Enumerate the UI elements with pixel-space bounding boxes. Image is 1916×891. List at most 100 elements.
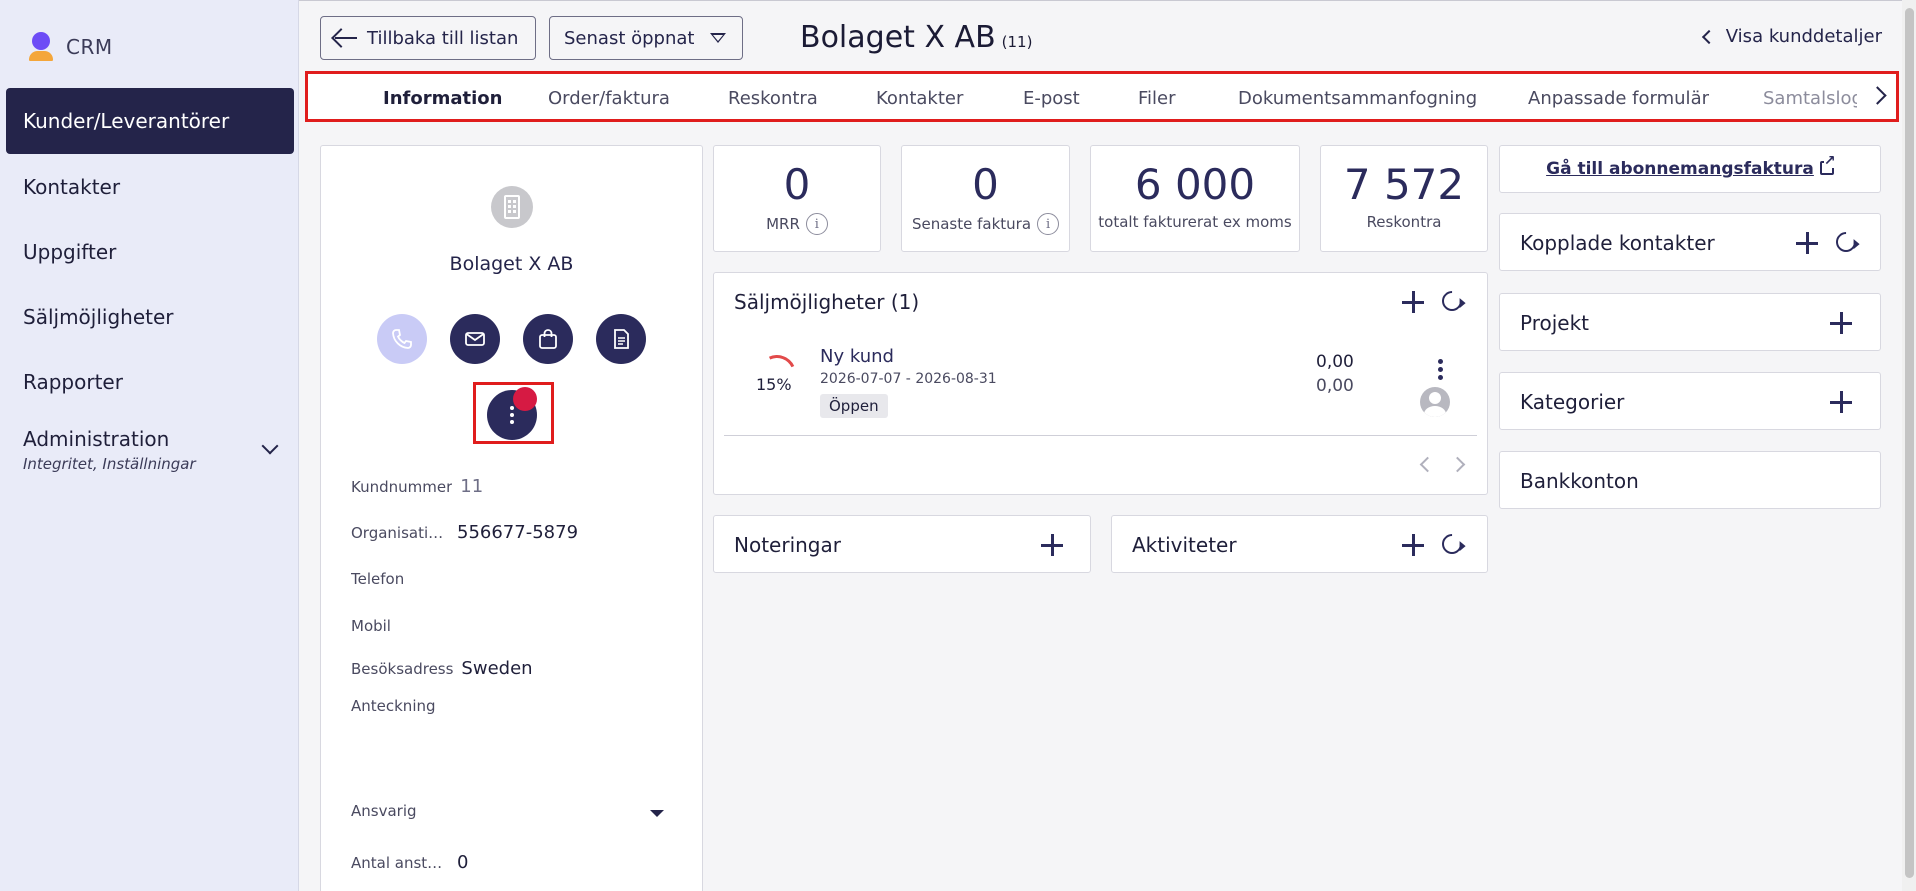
- chevron-left-icon: [1701, 29, 1716, 44]
- categories-card: Kategorier: [1499, 372, 1881, 430]
- sidebar: CRM Kunder/Leverantörer Kontakter Uppgif…: [0, 0, 299, 891]
- sidebar-item-label: Rapporter: [23, 369, 123, 394]
- opportunity-percent: 15%: [756, 375, 792, 394]
- customer-profile-card: Bolaget X AB Kundnummer 11 Organisations…: [320, 145, 703, 891]
- chevron-right-icon[interactable]: [1449, 456, 1466, 473]
- refresh-icon[interactable]: [1831, 227, 1861, 257]
- stat-value: 7 572: [1343, 160, 1465, 209]
- add-icon[interactable]: [1830, 312, 1852, 334]
- stat-senaste-faktura: 0 Senaste faktura i: [901, 145, 1070, 252]
- add-icon[interactable]: [1402, 534, 1424, 556]
- tab-bar: Information Order/faktura Reskontra Kont…: [305, 71, 1899, 122]
- subscription-invoice-link[interactable]: Gå till abonnemangsfaktura: [1500, 154, 1880, 179]
- tab-order-faktura[interactable]: Order/faktura: [548, 88, 670, 109]
- tab-samtalslogg[interactable]: Samtalslogg: [1763, 88, 1857, 109]
- app-logo[interactable]: CRM: [28, 32, 113, 62]
- field-ansvarig[interactable]: Ansvarig: [351, 802, 417, 820]
- stat-label: MRR i: [714, 213, 880, 235]
- bank-accounts-title: Bankkonton: [1520, 469, 1639, 493]
- tab-e-post[interactable]: E-post: [1023, 88, 1080, 109]
- company-name: Bolaget X AB: [449, 253, 574, 275]
- sidebar-item-saljmojligheter[interactable]: Säljmöjligheter: [6, 284, 294, 349]
- field-label: Telefon: [351, 570, 405, 588]
- sidebar-item-kontakter[interactable]: Kontakter: [6, 154, 294, 219]
- subscription-invoice-card: Gå till abonnemangsfaktura: [1499, 145, 1881, 193]
- connected-contacts-card: Kopplade kontakter: [1499, 213, 1881, 271]
- add-icon[interactable]: [1041, 534, 1063, 556]
- activities-card: Aktiviteter: [1111, 515, 1488, 573]
- stat-value: 6 000: [1134, 160, 1256, 209]
- field-value[interactable]: 11: [460, 476, 483, 497]
- show-customer-details-button[interactable]: Visa kunddetaljer: [1701, 26, 1882, 47]
- refresh-icon[interactable]: [1437, 529, 1467, 559]
- recently-opened-dropdown[interactable]: Senast öppnat: [549, 16, 743, 60]
- app-name: CRM: [66, 35, 113, 59]
- stat-label: Senaste faktura i: [902, 213, 1069, 235]
- field-telefon[interactable]: Telefon: [351, 570, 404, 588]
- divider: [724, 435, 1477, 436]
- scrollbar-thumb[interactable]: [1905, 8, 1914, 878]
- stat-label: totalt fakturerat ex moms: [1091, 213, 1299, 231]
- sidebar-item-rapporter[interactable]: Rapporter: [6, 349, 294, 414]
- invoice-button[interactable]: [596, 314, 646, 364]
- refresh-icon[interactable]: [1437, 286, 1467, 316]
- chevron-down-icon[interactable]: [261, 437, 279, 455]
- field-label: Organisationsnummer: [351, 524, 449, 542]
- add-icon[interactable]: [1402, 291, 1424, 313]
- sidebar-item-kunder[interactable]: Kunder/Leverantörer: [6, 88, 294, 154]
- field-anteckning[interactable]: Anteckning: [351, 697, 436, 715]
- connected-contacts-title: Kopplade kontakter: [1520, 231, 1715, 255]
- tab-kontakter[interactable]: Kontakter: [876, 88, 963, 109]
- bank-accounts-card[interactable]: Bankkonton: [1499, 451, 1881, 509]
- chevron-right-icon[interactable]: [1868, 86, 1887, 105]
- sidebar-item-uppgifter[interactable]: Uppgifter: [6, 219, 294, 284]
- sales-opportunities-card: Säljmöjligheter (1) 15% Ny kund 2026-07-…: [713, 272, 1488, 495]
- shopping-bag-icon: [539, 329, 557, 349]
- tab-filer[interactable]: Filer: [1138, 88, 1176, 109]
- page-title: Bolaget X AB (11): [800, 20, 1032, 55]
- opportunity-name[interactable]: Ny kund: [820, 346, 894, 367]
- opportunity-dates: 2026-07-07 - 2026-08-31: [820, 371, 997, 387]
- notes-title: Noteringar: [734, 533, 841, 557]
- stat-label-text: Reskontra: [1366, 213, 1442, 231]
- sidebar-item-label: Kunder/Leverantörer: [23, 109, 230, 133]
- stat-value: 0: [972, 160, 999, 209]
- stat-label-text: Senaste faktura: [911, 215, 1032, 233]
- field-besoksadress: Besöksadress Sweden: [351, 658, 533, 679]
- field-value[interactable]: Sweden: [461, 658, 532, 679]
- add-icon[interactable]: [1796, 232, 1818, 254]
- tab-dokumentsammanfogning[interactable]: Dokumentsammanfogning: [1238, 88, 1477, 109]
- back-to-list-label: Tillbaka till listan: [367, 27, 519, 49]
- tab-information[interactable]: Information: [383, 88, 502, 109]
- activities-title: Aktiviteter: [1132, 533, 1237, 557]
- crm-logo-icon: [28, 32, 54, 62]
- info-icon[interactable]: i: [1037, 213, 1060, 235]
- field-label: Antal anställda: [351, 854, 449, 872]
- chevron-left-icon[interactable]: [1419, 456, 1436, 473]
- phone-icon: [392, 329, 412, 349]
- field-value[interactable]: 556677-5879: [457, 522, 578, 543]
- field-antal-anstallda: Antal anställda 0: [351, 852, 468, 873]
- sidebar-item-sublabel: Integritet, Inställningar: [23, 455, 196, 473]
- field-value[interactable]: 0: [457, 852, 468, 873]
- field-label: Kundnummer: [351, 478, 453, 496]
- order-button[interactable]: [523, 314, 573, 364]
- scrollbar[interactable]: [1902, 0, 1916, 891]
- back-to-list-button[interactable]: Tillbaka till listan: [320, 16, 536, 60]
- email-button[interactable]: [450, 314, 500, 364]
- tab-anpassade-formular[interactable]: Anpassade formulär: [1528, 88, 1709, 109]
- add-icon[interactable]: [1830, 391, 1852, 413]
- call-button[interactable]: [377, 314, 427, 364]
- caret-down-icon[interactable]: [650, 810, 664, 817]
- more-vertical-icon[interactable]: [1438, 359, 1443, 364]
- info-icon[interactable]: i: [805, 213, 828, 235]
- document-icon: [614, 329, 629, 349]
- sidebar-item-label: Säljmöjligheter: [23, 304, 174, 329]
- stat-totalt-fakturerat: 6 000 totalt fakturerat ex moms: [1090, 145, 1300, 252]
- sidebar-item-label: Administration: [23, 427, 170, 451]
- show-customer-details-label: Visa kunddetaljer: [1725, 26, 1882, 47]
- field-mobil[interactable]: Mobil: [351, 617, 391, 635]
- stat-label: Reskontra: [1321, 213, 1487, 231]
- tab-reskontra[interactable]: Reskontra: [728, 88, 818, 109]
- sidebar-item-administration[interactable]: Administration Integritet, Inställningar: [6, 414, 294, 486]
